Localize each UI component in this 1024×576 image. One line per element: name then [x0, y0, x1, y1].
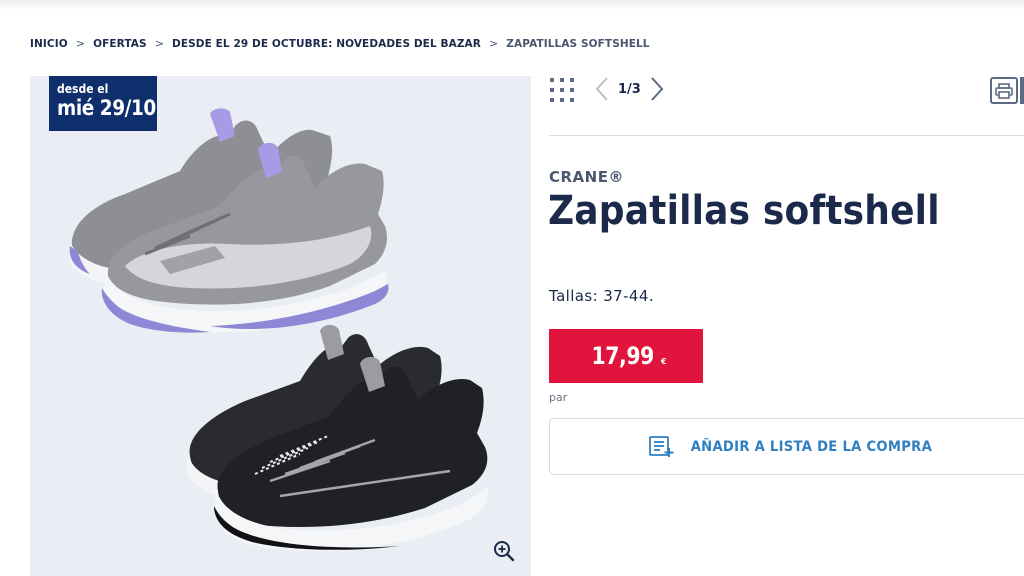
- price-box: 17,99 €: [549, 329, 703, 383]
- price-value: 17,99: [591, 342, 654, 370]
- product-image: [69, 108, 488, 551]
- divider: [549, 135, 1024, 136]
- breadcrumb: INICIO > OFERTAS > DESDE EL 29 DE OCTUBR…: [30, 37, 650, 50]
- add-to-shopping-list-button[interactable]: AÑADIR A LISTA DE LA COMPRA: [549, 418, 1024, 475]
- top-bar: [0, 0, 1024, 10]
- chevron-left-icon[interactable]: [594, 76, 610, 102]
- breadcrumb-ofertas[interactable]: OFERTAS: [93, 38, 147, 50]
- product-brand: CRANE®: [549, 168, 624, 186]
- add-to-list-label: AÑADIR A LISTA DE LA COMPRA: [690, 438, 932, 455]
- chevron-right-icon[interactable]: [649, 76, 665, 102]
- price-currency: €: [660, 356, 667, 366]
- product-sizes: Tallas: 37-44.: [549, 287, 654, 305]
- badge-line-1: desde el: [57, 82, 109, 96]
- product-title: Zapatillas softshell: [548, 188, 940, 234]
- grid-icon[interactable]: [549, 77, 575, 103]
- shopping-list-add-icon: [648, 435, 675, 458]
- breadcrumb-novedades-bazar[interactable]: DESDE EL 29 DE OCTUBRE: NOVEDADES DEL BA…: [172, 38, 481, 50]
- breadcrumb-current: ZAPATILLAS SOFTSHELL: [506, 37, 650, 50]
- availability-date-badge: desde el mié 29/10: [49, 76, 157, 131]
- pager-count: 1/3: [618, 81, 641, 97]
- image-pager: 1/3: [594, 76, 665, 102]
- breadcrumb-separator: >: [75, 37, 86, 50]
- breadcrumb-inicio[interactable]: INICIO: [30, 38, 68, 50]
- toolbar-button-edge[interactable]: [1020, 77, 1024, 104]
- print-icon[interactable]: [990, 77, 1018, 104]
- product-image-gallery[interactable]: desde el mié 29/10: [30, 76, 531, 576]
- zoom-in-icon[interactable]: [492, 539, 516, 563]
- price-unit-label: par: [549, 391, 568, 404]
- breadcrumb-separator: >: [488, 37, 499, 50]
- badge-line-2: mié 29/10: [57, 96, 156, 120]
- breadcrumb-separator: >: [154, 37, 165, 50]
